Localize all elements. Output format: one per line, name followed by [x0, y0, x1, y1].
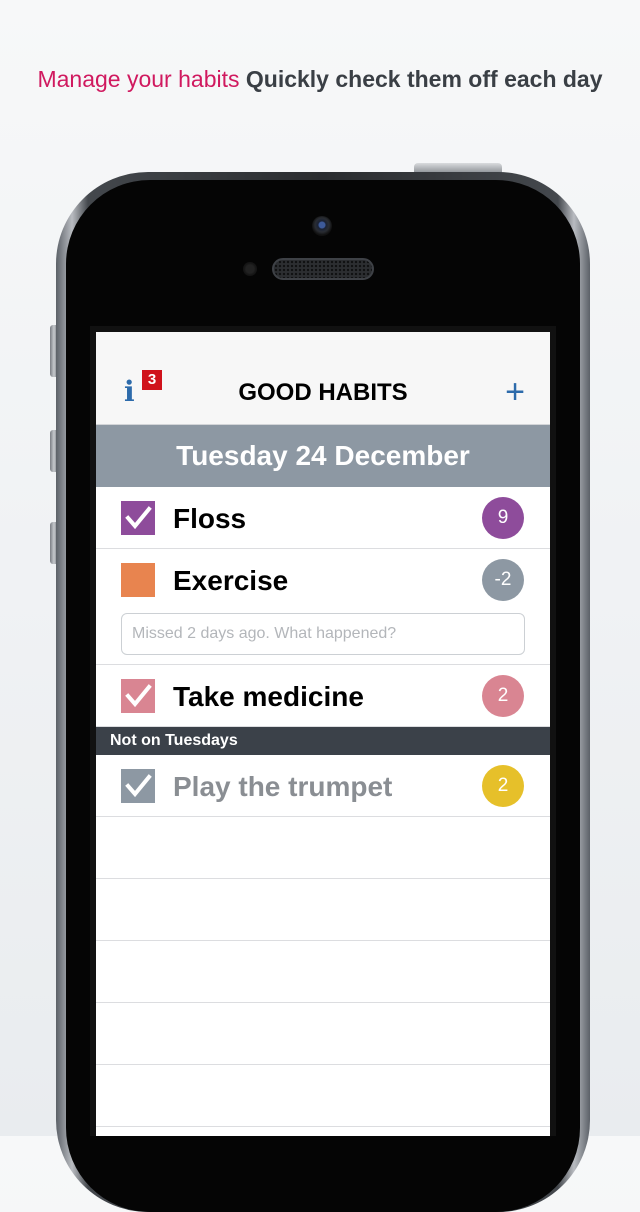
- streak-badge: -2: [482, 559, 524, 601]
- habit-row-floss[interactable]: Floss 9: [96, 487, 550, 549]
- earpiece-speaker: [272, 258, 374, 280]
- checkbox-checked-icon[interactable]: [121, 679, 155, 713]
- headline-lead: Manage your habits: [37, 66, 240, 92]
- front-camera: [312, 216, 332, 236]
- habits-app: i 3 GOOD HABITS + Tuesday 24 December Fl…: [96, 332, 550, 1136]
- empty-row: [96, 879, 550, 941]
- habit-row-exercise[interactable]: Exercise -2 Missed 2 days ago. What happ…: [96, 549, 550, 665]
- checkbox-unchecked-icon[interactable]: [121, 563, 155, 597]
- add-habit-button[interactable]: +: [500, 372, 530, 412]
- page-title: GOOD HABITS: [238, 379, 408, 406]
- streak-badge: 2: [482, 765, 524, 807]
- habit-name: Floss: [173, 503, 247, 534]
- empty-row: [96, 1065, 550, 1127]
- missed-note-field[interactable]: Missed 2 days ago. What happened?: [121, 613, 525, 655]
- streak-badge: 9: [482, 497, 524, 539]
- navigation-bar: i 3 GOOD HABITS +: [96, 332, 550, 425]
- headline-rest: Quickly check them off each day: [245, 66, 603, 92]
- checkbox-checked-icon[interactable]: [121, 769, 155, 803]
- streak-badge: 2: [482, 675, 524, 717]
- habit-name: Play the trumpet: [173, 771, 393, 802]
- empty-row: [96, 1003, 550, 1065]
- empty-row: [96, 817, 550, 879]
- habit-row-take-medicine[interactable]: Take medicine 2: [96, 665, 550, 727]
- habit-name: Exercise: [173, 565, 289, 596]
- date-header: Tuesday 24 December: [96, 425, 550, 487]
- habit-row-play-the-trumpet[interactable]: Play the trumpet 2: [96, 755, 550, 817]
- checkbox-checked-icon[interactable]: [121, 501, 155, 535]
- empty-row: [96, 941, 550, 1003]
- habit-name: Take medicine: [173, 681, 364, 712]
- proximity-sensor: [243, 262, 257, 276]
- headline: Manage your habits Quickly check them of…: [0, 66, 640, 93]
- section-header: Not on Tuesdays: [96, 727, 550, 755]
